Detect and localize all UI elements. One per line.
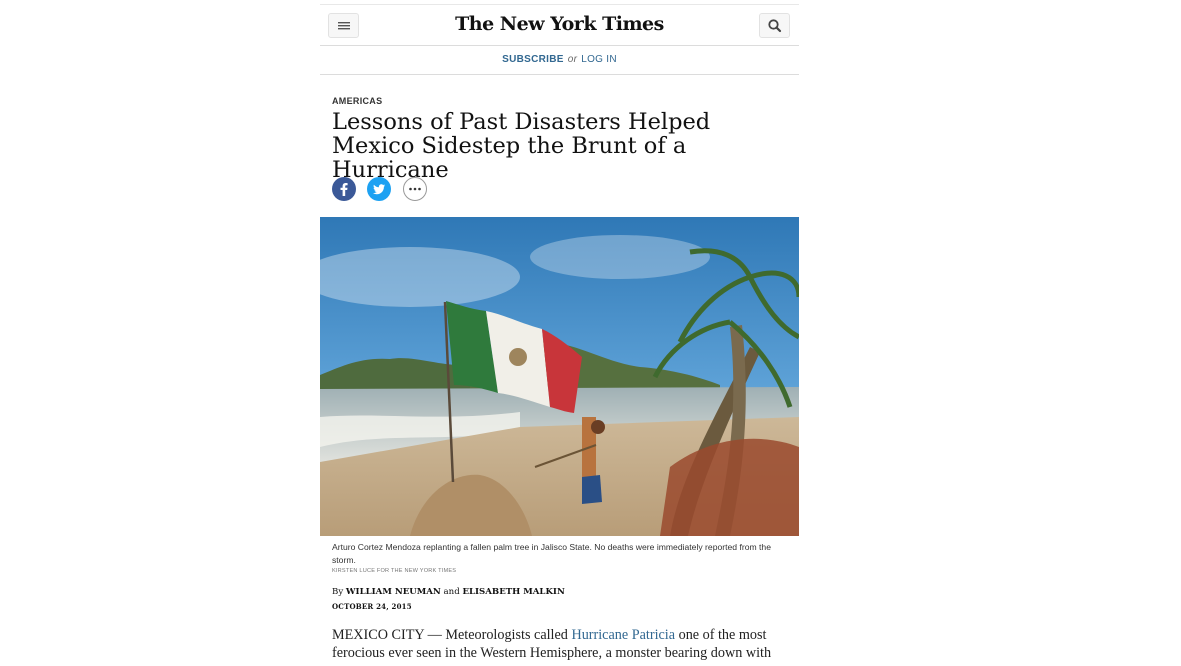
subscribe-bar: SUBSCRIBE or LOG IN [320,45,799,75]
publish-date: OCTOBER 24, 2015 [332,602,412,611]
article-body: MEXICO CITY — Meteorologists called Hurr… [332,626,772,662]
body-lead: MEXICO CITY — Meteorologists called [332,627,572,643]
twitter-share-button[interactable] [367,177,391,201]
more-options-icon [409,187,421,191]
author-william-neuman[interactable]: WILLIAM NEUMAN [346,587,441,597]
more-share-button[interactable] [403,177,427,201]
byline-prefix: By [332,587,344,597]
search-button[interactable] [759,13,790,38]
hurricane-patricia-link[interactable]: Hurricane Patricia [571,627,675,643]
masthead: The New York Times [320,4,799,46]
or-text: or [567,54,578,65]
photo-caption: Arturo Cortez Mendoza replanting a falle… [332,542,771,565]
byline: By WILLIAM NEUMAN and ELISABETH MALKIN [332,587,565,597]
article-headline: Lessons of Past Disasters Helped Mexico … [332,109,711,183]
nyt-logo[interactable]: The New York Times [320,13,799,35]
facebook-share-button[interactable] [332,177,356,201]
facebook-icon [340,183,348,196]
article-photo[interactable] [320,217,799,536]
byline-and: and [443,587,460,597]
photo-credit: KIRSTEN LUCE FOR THE NEW YORK TIMES [332,568,457,574]
article-column: The New York Times SUBSCRIBE or LOG IN AME… [320,0,799,666]
twitter-icon [373,184,385,195]
search-icon [768,19,782,33]
author-elisabeth-malkin[interactable]: ELISABETH MALKIN [462,587,564,597]
login-link[interactable]: LOG IN [581,54,617,65]
section-kicker[interactable]: AMERICAS [332,96,382,106]
subscribe-link[interactable]: SUBSCRIBE [502,54,564,65]
beach-flag-photo [320,217,799,536]
